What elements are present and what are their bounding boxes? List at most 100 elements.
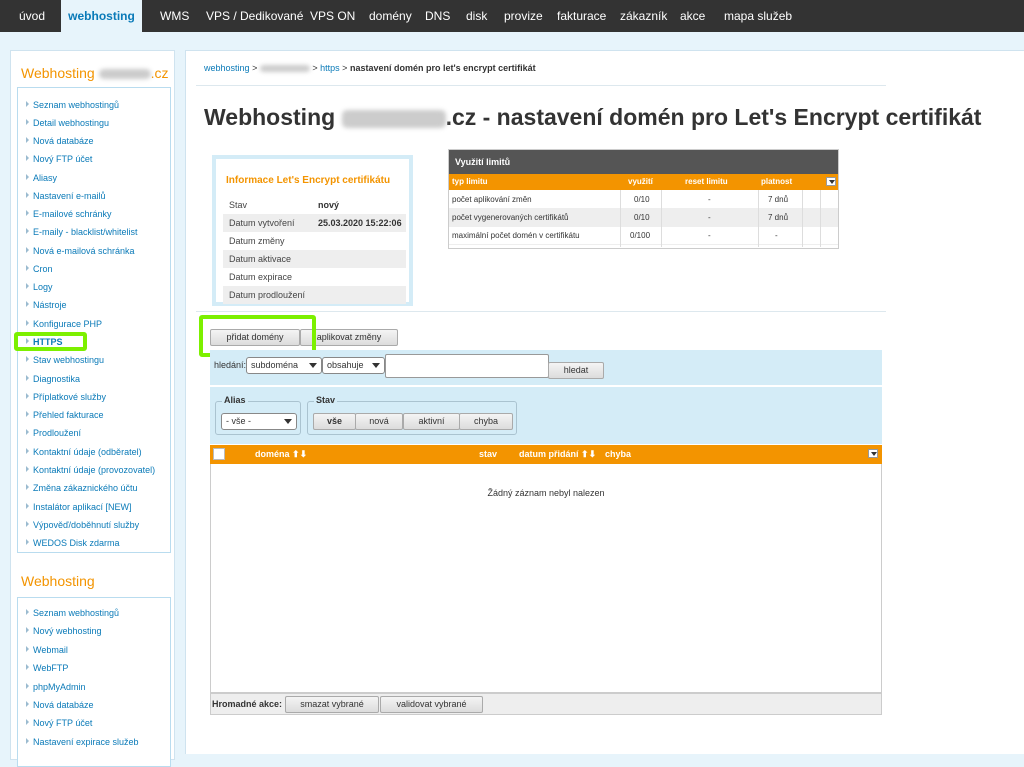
sidebar-item-instalator-aplikaci[interactable]: Instalátor aplikací [NEW] <box>26 502 132 512</box>
column-menu-icon[interactable] <box>826 177 836 186</box>
nav-vps-dedikovane[interactable]: VPS / Dedikované <box>206 0 303 32</box>
breadcrumb-webhosting[interactable]: webhosting <box>204 63 250 73</box>
sidebar-item-webmail[interactable]: Webmail <box>26 645 68 655</box>
info-row-datum-prodlouzeni: Datum prodloužení <box>223 286 406 304</box>
sidebar-item-novy-webhosting[interactable]: Nový webhosting <box>26 626 102 636</box>
col-reset-limitu[interactable]: reset limitu <box>685 174 728 190</box>
sidebar-item-konfigurace-php[interactable]: Konfigurace PHP <box>26 319 102 329</box>
column-divider <box>620 190 621 247</box>
column-divider <box>661 190 662 247</box>
arrow-right-icon <box>26 101 29 107</box>
alias-filter-legend: Alias <box>222 395 248 405</box>
arrow-right-icon <box>26 539 29 545</box>
arrow-right-icon <box>26 448 29 454</box>
sidebar-item-nastroje[interactable]: Nástroje <box>26 300 67 310</box>
sidebar-item-webftp[interactable]: WebFTP <box>26 663 68 673</box>
filter-nova-button[interactable]: nová <box>355 413 403 430</box>
sidebar-item-diagnostika[interactable]: Diagnostika <box>26 374 80 384</box>
breadcrumb-https[interactable]: https <box>320 63 340 73</box>
sidebar-item-novy-ftp-ucet[interactable]: Nový FTP účet <box>26 154 92 164</box>
info-row-datum-aktivace: Datum aktivace <box>223 250 406 268</box>
sidebar-item-vypoved-sluzby[interactable]: Výpověď/doběhnutí služby <box>26 520 139 530</box>
nav-domeny[interactable]: domény <box>369 0 412 32</box>
arrow-right-icon <box>26 701 29 707</box>
nav-wms[interactable]: WMS <box>160 0 189 32</box>
sidebar-item-nova-databaze[interactable]: Nová databáze <box>26 136 94 146</box>
sidebar-menu-webhosting: Seznam webhostingů Nový webhosting Webma… <box>17 597 171 767</box>
delete-selected-button[interactable]: smazat vybrané <box>285 696 379 713</box>
sidebar-item-nova-emailova-schranka[interactable]: Nová e-mailová schránka <box>26 246 135 256</box>
arrow-right-icon <box>26 627 29 633</box>
nav-provize[interactable]: provize <box>504 0 543 32</box>
nav-mapa-sluzeb[interactable]: mapa služeb <box>724 0 792 32</box>
sidebar-item-seznam-webhostingu[interactable]: Seznam webhostingů <box>26 100 119 110</box>
domains-grid-body: Žádný záznam nebyl nalezen <box>210 464 882 693</box>
redacted-title-domain <box>341 109 446 128</box>
filter-aktivni-button[interactable]: aktivní <box>403 413 460 430</box>
nav-fakturace[interactable]: fakturace <box>557 0 606 32</box>
sidebar-item-detail-webhostingu[interactable]: Detail webhostingu <box>26 118 109 128</box>
search-input[interactable] <box>385 354 549 378</box>
sort-icon: ⬆⬇ <box>581 449 597 459</box>
chevron-down-icon <box>284 419 292 424</box>
filter-vse-button[interactable]: vše <box>313 413 356 430</box>
sidebar-item-wedos-disk[interactable]: WEDOS Disk zdarma <box>26 538 120 548</box>
arrow-right-icon <box>26 228 29 234</box>
arrow-right-icon <box>26 503 29 509</box>
sidebar-item-nova-databaze-2[interactable]: Nová databáze <box>26 700 94 710</box>
sidebar-item-kontaktni-udaje-odberatel[interactable]: Kontaktní údaje (odběratel) <box>26 447 142 457</box>
sidebar-menu-webhosting-detail: Seznam webhostingů Detail webhostingu No… <box>17 87 171 553</box>
sidebar-item-novy-ftp-ucet-2[interactable]: Nový FTP účet <box>26 718 92 728</box>
nav-dns[interactable]: DNS <box>425 0 450 32</box>
col-chyba[interactable]: chyba <box>605 445 631 464</box>
col-typ-limitu[interactable]: typ limitu <box>452 174 488 190</box>
sidebar: Webhosting .cz Seznam webhostingů Detail… <box>10 50 175 767</box>
nav-uvod[interactable]: úvod <box>19 0 45 32</box>
sidebar-item-logy[interactable]: Logy <box>26 282 53 292</box>
certificate-info-box: Informace Let's Encrypt certifikátu Stav… <box>212 155 413 306</box>
sidebar-item-prehled-fakturace[interactable]: Přehled fakturace <box>26 410 104 420</box>
arrow-right-icon <box>26 719 29 725</box>
col-domena[interactable]: doména ⬆⬇ <box>255 445 307 464</box>
col-platnost[interactable]: platnost <box>761 174 792 190</box>
sidebar-item-nastaveni-expirace[interactable]: Nastavení expirace služeb <box>26 737 139 747</box>
redacted-breadcrumb-domain[interactable] <box>259 65 310 73</box>
nav-zakaznik[interactable]: zákazník <box>620 0 667 32</box>
sidebar-item-nastaveni-emailu[interactable]: Nastavení e-mailů <box>26 191 106 201</box>
sidebar-item-emaily-blacklist[interactable]: E-maily - blacklist/whitelist <box>26 227 138 237</box>
sidebar-item-prodlouzeni[interactable]: Prodloužení <box>26 428 81 438</box>
arrow-right-icon <box>26 393 29 399</box>
sidebar-item-stav-webhostingu[interactable]: Stav webhostingu <box>26 355 104 365</box>
filter-chyba-button[interactable]: chyba <box>459 413 513 430</box>
column-divider <box>802 190 803 247</box>
sidebar-item-aliasy[interactable]: Aliasy <box>26 173 57 183</box>
arrow-right-icon <box>26 301 29 307</box>
col-stav[interactable]: stav <box>479 445 497 464</box>
validate-selected-button[interactable]: validovat vybrané <box>380 696 483 713</box>
sidebar-item-kontaktni-udaje-provozovatel[interactable]: Kontaktní údaje (provozovatel) <box>26 465 155 475</box>
limits-header-row: typ limitu využití reset limitu platnost <box>449 174 838 190</box>
search-button[interactable]: hledat <box>548 362 604 379</box>
top-navigation: úvod webhosting WMS VPS / Dedikované VPS… <box>0 0 1024 32</box>
nav-webhosting[interactable]: webhosting <box>61 0 142 32</box>
stav-filter-group: Stav vše nová aktivní chyba <box>307 395 517 435</box>
column-menu-icon[interactable] <box>868 449 878 458</box>
alias-filter-select[interactable]: - vše - <box>221 413 297 430</box>
nav-disk[interactable]: disk <box>466 0 487 32</box>
col-datum-pridani[interactable]: datum přidání ⬆⬇ <box>519 445 596 464</box>
search-operator-select[interactable]: obsahuje <box>322 357 385 374</box>
sidebar-item-phpmyadmin[interactable]: phpMyAdmin <box>26 682 86 692</box>
sidebar-item-zmena-zakaznickeho-uctu[interactable]: Změna zákaznického účtu <box>26 483 138 493</box>
nav-vps-on[interactable]: VPS ON <box>310 0 355 32</box>
stav-filter-legend: Stav <box>314 395 338 405</box>
search-field-select[interactable]: subdoména <box>246 357 322 374</box>
sidebar-item-priplatkove-sluzby[interactable]: Příplatkové služby <box>26 392 106 402</box>
sidebar-item-emailove-schranky[interactable]: E-mailové schránky <box>26 209 112 219</box>
sidebar-item-seznam-webhostingu-2[interactable]: Seznam webhostingů <box>26 608 119 618</box>
arrow-right-icon <box>26 174 29 180</box>
select-all-checkbox[interactable] <box>213 448 225 460</box>
sidebar-item-cron[interactable]: Cron <box>26 264 53 274</box>
bulk-actions-bar: Hromadné akce: smazat vybrané validovat … <box>210 693 882 715</box>
nav-akce[interactable]: akce <box>680 0 705 32</box>
col-vyuziti[interactable]: využití <box>628 174 653 190</box>
